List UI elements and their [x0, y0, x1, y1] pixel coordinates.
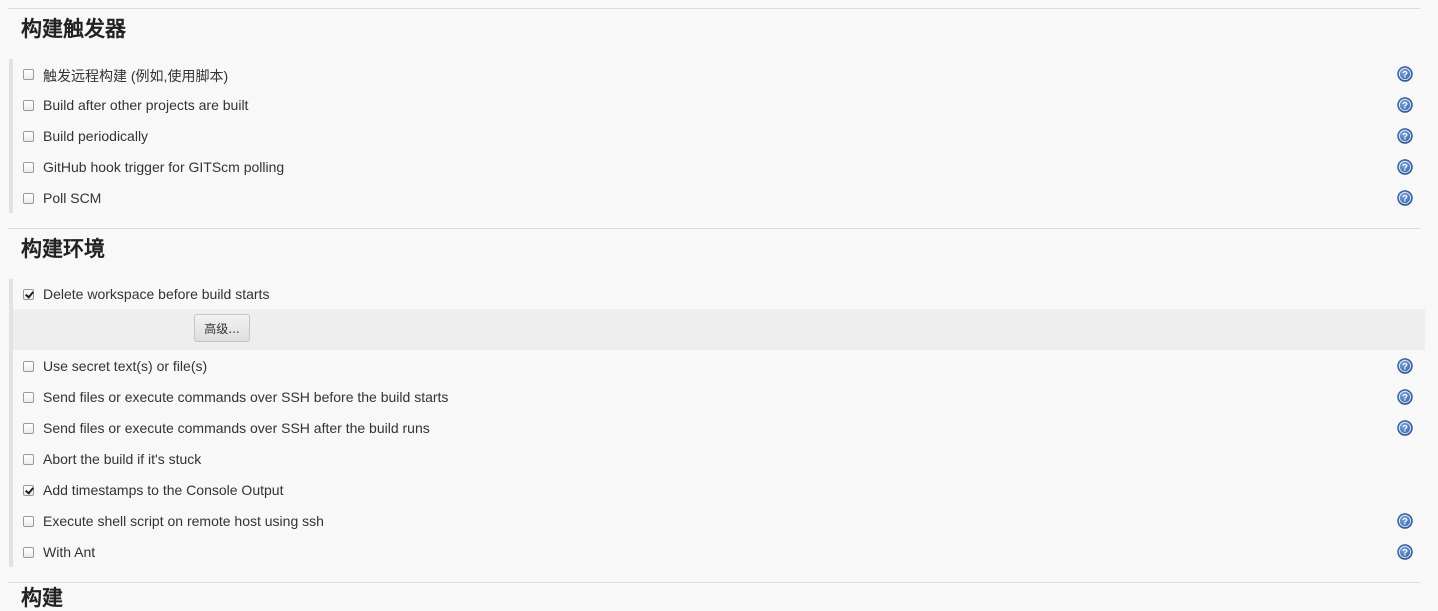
advanced-options-band: 高级... [13, 309, 1425, 350]
section-divider [8, 228, 1420, 229]
help-icon[interactable]: ? [1397, 420, 1413, 436]
help-icon[interactable]: ? [1397, 358, 1413, 374]
option-row: Build periodically? [13, 125, 1425, 156]
option-label[interactable]: Send files or execute commands over SSH … [43, 389, 448, 405]
option-checkbox[interactable] [23, 361, 34, 372]
option-label[interactable]: Add timestamps to the Console Output [43, 482, 283, 498]
option-label[interactable]: Abort the build if it's stuck [43, 451, 201, 467]
option-checkbox[interactable] [23, 516, 34, 527]
svg-text:?: ? [1402, 193, 1408, 204]
option-checkbox[interactable] [23, 289, 34, 300]
option-checkbox[interactable] [23, 485, 34, 496]
option-row: Execute shell script on remote host usin… [13, 510, 1425, 541]
option-row: Build after other projects are built? [13, 94, 1425, 125]
section-divider [8, 8, 1420, 9]
svg-text:?: ? [1402, 162, 1408, 173]
help-icon[interactable]: ? [1397, 190, 1413, 206]
option-row: Add timestamps to the Console Output [13, 479, 1425, 510]
option-label[interactable]: Delete workspace before build starts [43, 286, 269, 302]
option-row: 触发远程构建 (例如,使用脚本)? [13, 63, 1425, 94]
help-icon[interactable]: ? [1397, 513, 1413, 529]
svg-text:?: ? [1402, 69, 1408, 80]
option-row: Send files or execute commands over SSH … [13, 386, 1425, 417]
option-row: Send files or execute commands over SSH … [13, 417, 1425, 448]
option-checkbox[interactable] [23, 193, 34, 204]
build-triggers-title: 构建触发器 [21, 17, 126, 41]
build-section-title: 构建 [21, 586, 63, 610]
svg-text:?: ? [1402, 392, 1408, 403]
help-icon[interactable]: ? [1397, 128, 1413, 144]
option-label[interactable]: Poll SCM [43, 190, 101, 206]
option-checkbox[interactable] [23, 162, 34, 173]
option-checkbox[interactable] [23, 423, 34, 434]
option-row: Abort the build if it's stuck [13, 448, 1425, 479]
option-label[interactable]: Build periodically [43, 128, 148, 144]
svg-text:?: ? [1402, 423, 1408, 434]
help-icon[interactable]: ? [1397, 159, 1413, 175]
option-checkbox[interactable] [23, 100, 34, 111]
option-label[interactable]: Build after other projects are built [43, 97, 248, 113]
svg-text:?: ? [1402, 131, 1408, 142]
option-checkbox[interactable] [23, 454, 34, 465]
option-checkbox[interactable] [23, 392, 34, 403]
help-icon[interactable]: ? [1397, 97, 1413, 113]
option-label[interactable]: Execute shell script on remote host usin… [43, 513, 324, 529]
svg-text:?: ? [1402, 361, 1408, 372]
help-icon[interactable]: ? [1397, 544, 1413, 560]
section-divider [8, 582, 1420, 583]
svg-text:?: ? [1402, 100, 1408, 111]
option-label[interactable]: With Ant [43, 544, 95, 560]
advanced-button[interactable]: 高级... [194, 314, 250, 342]
help-icon[interactable]: ? [1397, 66, 1413, 82]
option-checkbox[interactable] [23, 131, 34, 142]
option-label[interactable]: Send files or execute commands over SSH … [43, 420, 430, 436]
svg-text:?: ? [1402, 516, 1408, 527]
option-row: Delete workspace before build starts [13, 283, 1425, 314]
option-row: With Ant? [13, 541, 1425, 572]
option-row: GitHub hook trigger for GITScm polling? [13, 156, 1425, 187]
svg-text:?: ? [1402, 547, 1408, 558]
option-label[interactable]: 触发远程构建 (例如,使用脚本) [43, 66, 228, 86]
option-label[interactable]: Use secret text(s) or file(s) [43, 358, 207, 374]
option-checkbox[interactable] [23, 547, 34, 558]
build-environment-title: 构建环境 [21, 237, 105, 261]
option-label[interactable]: GitHub hook trigger for GITScm polling [43, 159, 284, 175]
option-row: Use secret text(s) or file(s)? [13, 355, 1425, 386]
option-checkbox[interactable] [23, 69, 34, 80]
option-row: Poll SCM? [13, 187, 1425, 218]
help-icon[interactable]: ? [1397, 389, 1413, 405]
